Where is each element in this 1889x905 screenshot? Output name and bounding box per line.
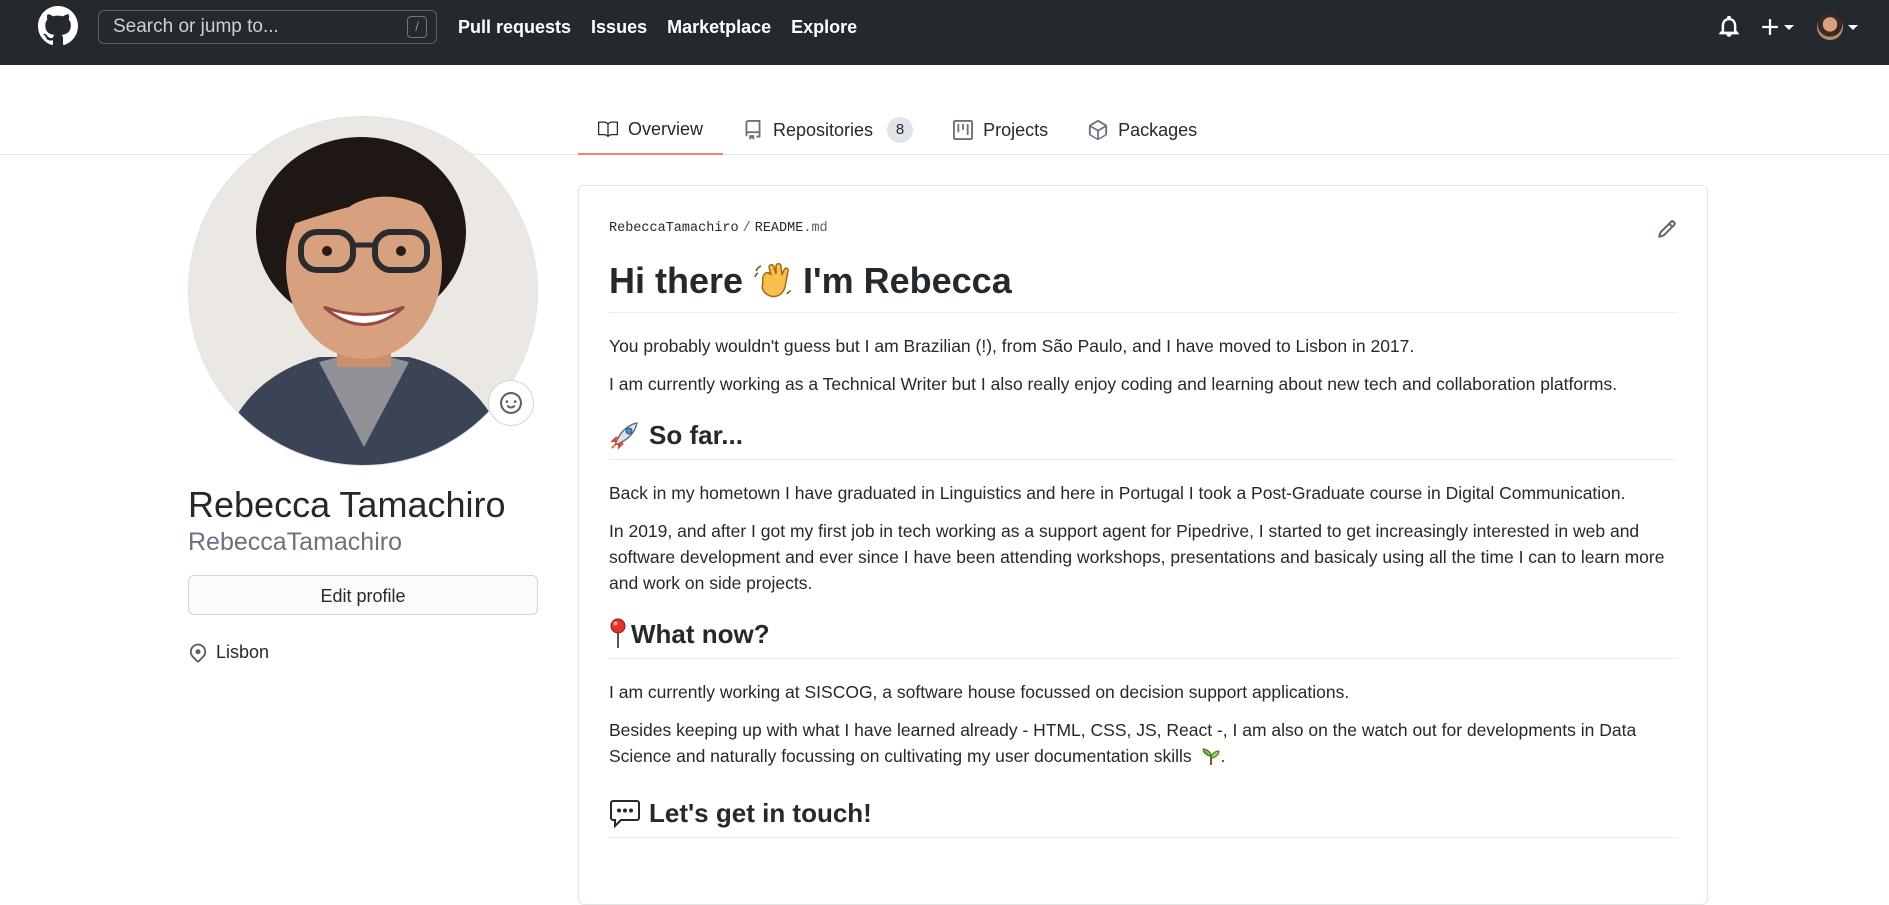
nav-pull-requests[interactable]: Pull requests — [458, 17, 571, 38]
title-text-start: Hi there — [609, 260, 744, 301]
readme-content: Hi there I'm Rebecca You probably wouldn… — [609, 258, 1677, 838]
nav-marketplace[interactable]: Marketplace — [667, 17, 771, 38]
heading-get-in-touch: Let's get in touch! — [609, 795, 1677, 838]
search-placeholder: Search or jump to... — [113, 16, 279, 37]
header-nav: Pull requests Issues Marketplace Explore — [458, 0, 857, 54]
heading-what-now: What now? — [609, 616, 1677, 659]
readme-title: Hi there I'm Rebecca — [609, 258, 1677, 313]
bell-icon[interactable] — [1719, 16, 1739, 38]
what-now-paragraph-2: Besides keeping up with what I have lear… — [609, 717, 1677, 769]
set-status-button[interactable] — [488, 380, 534, 426]
avatar — [1817, 14, 1843, 40]
heading-text: So far... — [649, 420, 743, 450]
intro-paragraph-1: You probably wouldn't guess but I am Bra… — [609, 336, 1415, 356]
project-icon — [953, 120, 974, 140]
seedling-icon — [1201, 746, 1221, 766]
speech-balloon-icon — [609, 798, 641, 828]
rocket-icon — [609, 419, 641, 451]
waving-hand-icon — [753, 261, 793, 301]
profile-photo-image — [189, 117, 537, 465]
tab-label: Overview — [628, 118, 704, 139]
profile-full-name: Rebecca Tamachiro — [188, 484, 506, 525]
tab-projects[interactable]: Projects — [933, 105, 1068, 155]
round-pushpin-icon — [609, 618, 627, 650]
github-logo-icon[interactable] — [38, 6, 78, 46]
readme-card: RebeccaTamachiro / README.md Hi there I'm … — [578, 185, 1708, 905]
profile-location: Lisbon — [188, 642, 269, 663]
smiley-icon — [500, 392, 522, 414]
profile-username: RebeccaTamachiro — [188, 528, 402, 556]
book-icon — [598, 121, 618, 137]
tab-label: Packages — [1118, 119, 1198, 140]
edit-profile-button[interactable]: Edit profile — [188, 575, 538, 615]
repositories-count-badge: 8 — [887, 117, 914, 143]
tab-packages[interactable]: Packages — [1068, 105, 1217, 155]
tab-overview[interactable]: Overview — [578, 105, 724, 155]
header-actions — [1719, 0, 1859, 54]
plus-icon — [1762, 19, 1778, 35]
caret-down-icon — [1784, 25, 1794, 30]
edit-readme-pencil-icon[interactable] — [1657, 219, 1677, 244]
readme-file-name[interactable]: README — [755, 221, 804, 236]
heading-text: Let's get in touch! — [649, 798, 872, 828]
search-shortcut-hint: / — [407, 16, 427, 38]
profile-avatar[interactable] — [188, 116, 538, 466]
readme-path: RebeccaTamachiro / README.md — [609, 221, 828, 236]
nav-explore[interactable]: Explore — [791, 17, 857, 38]
so-far-paragraph-1: Back in my hometown I have graduated in … — [609, 483, 1626, 503]
path-separator: / — [742, 221, 751, 236]
top-header: Search or jump to... / Pull requests Iss… — [0, 0, 1889, 65]
location-text: Lisbon — [216, 642, 270, 662]
caret-down-icon — [1848, 25, 1858, 30]
what-now-paragraph-1: I am currently working at SISCOG, a soft… — [609, 682, 1350, 702]
user-menu[interactable] — [1817, 14, 1859, 40]
search-input[interactable]: Search or jump to... / — [98, 10, 437, 44]
what-now-paragraph-2-end: . — [1220, 746, 1226, 766]
heading-text: What now? — [631, 619, 770, 649]
title-text-end: I'm Rebecca — [803, 260, 1012, 301]
repo-icon — [745, 120, 761, 140]
create-new-menu[interactable] — [1761, 18, 1795, 36]
package-icon — [1088, 120, 1108, 140]
tab-label: Repositories — [773, 119, 874, 140]
profile-tabs: Overview Repositories 8 Projects Package… — [578, 105, 1217, 155]
tab-repositories[interactable]: Repositories 8 — [723, 105, 933, 155]
tab-label: Projects — [983, 119, 1049, 140]
readme-file-ext: .md — [803, 221, 828, 236]
location-pin-icon — [189, 643, 207, 662]
intro-paragraph-2: I am currently working as a Technical Wr… — [609, 374, 1618, 394]
readme-owner-link[interactable]: RebeccaTamachiro — [609, 221, 739, 236]
nav-issues[interactable]: Issues — [591, 17, 647, 38]
so-far-paragraph-2: In 2019, and after I got my first job in… — [609, 521, 1665, 593]
what-now-paragraph-2-text: Besides keeping up with what I have lear… — [609, 720, 1637, 766]
heading-so-far: So far... — [609, 417, 1677, 460]
